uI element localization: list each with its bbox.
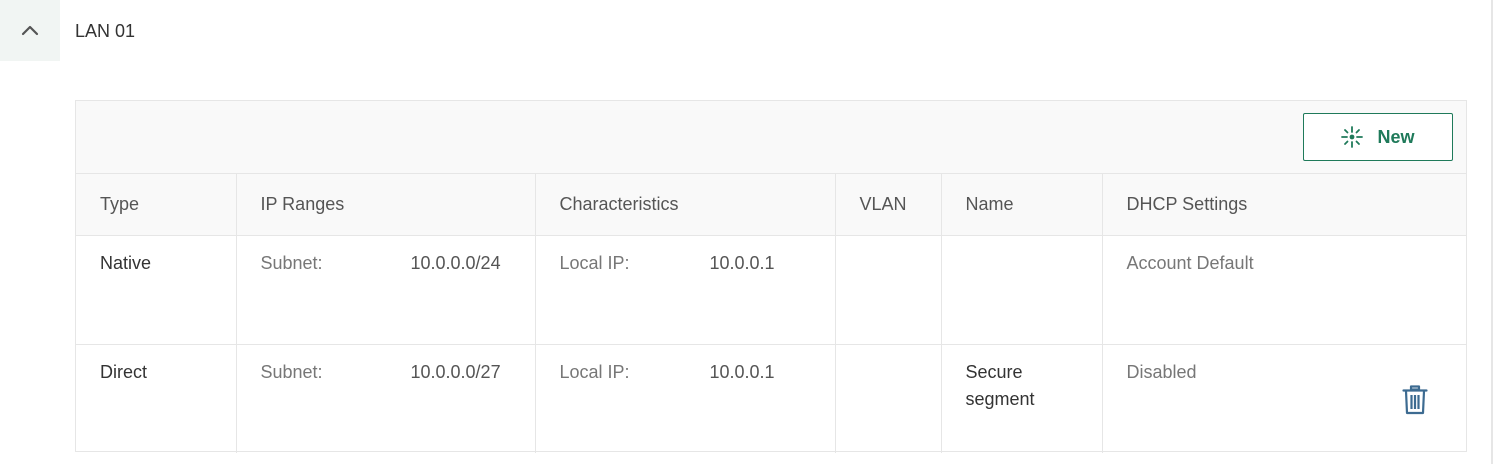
section-title: LAN 01	[75, 21, 136, 41]
lan-section-header: LAN 01	[0, 0, 1490, 61]
local-ip-label: Local IP:	[559, 252, 630, 273]
dhcp-cell: Disabled	[1102, 344, 1466, 453]
collapse-toggle-button[interactable]	[0, 0, 60, 61]
trash-icon[interactable]	[1402, 384, 1428, 415]
table-toolbar: New	[76, 101, 1466, 174]
column-header-name: Name	[941, 174, 1103, 235]
dhcp-value: Disabled	[1126, 361, 1197, 382]
ip-ranges-cell: Subnet: 10.0.0.0/24	[236, 235, 536, 344]
characteristics-cell: Local IP: 10.0.0.1	[535, 344, 836, 453]
characteristics-cell: Local IP: 10.0.0.1	[535, 235, 836, 344]
column-header-ip-ranges: IP Ranges	[236, 174, 536, 235]
vlan-cell	[835, 235, 942, 344]
dhcp-value: Account Default	[1126, 252, 1254, 273]
local-ip-value: 10.0.0.1	[709, 252, 775, 273]
column-header-characteristics: Characteristics	[535, 174, 836, 235]
type-cell: Direct	[76, 344, 237, 453]
table-header-row: Type IP Ranges Characteristics VLAN Name…	[76, 174, 1466, 235]
new-button-label: New	[1377, 126, 1415, 147]
chevron-up-icon	[21, 25, 39, 35]
table-row[interactable]: Native Subnet: 10.0.0.0/24 Local IP: 10.…	[76, 235, 1466, 344]
type-cell: Native	[76, 235, 237, 344]
table-row[interactable]: Direct Subnet: 10.0.0.0/27 Local IP: 10.…	[76, 344, 1466, 453]
ip-ranges-cell: Subnet: 10.0.0.0/27	[236, 344, 536, 453]
sparkle-icon	[1341, 126, 1364, 148]
column-header-type: Type	[76, 174, 237, 235]
lan-panel: New Type IP Ranges Characteristics VLAN …	[75, 100, 1467, 453]
local-ip-label: Local IP:	[559, 361, 630, 382]
dhcp-cell: Account Default	[1102, 235, 1466, 344]
local-ip-value: 10.0.0.1	[709, 361, 775, 382]
new-button[interactable]: New	[1303, 113, 1453, 161]
lan-segments-table: Type IP Ranges Characteristics VLAN Name…	[76, 174, 1466, 453]
subnet-label: Subnet:	[260, 252, 323, 273]
column-header-dhcp-settings: DHCP Settings	[1126, 194, 1248, 214]
column-header-vlan: VLAN	[835, 174, 942, 235]
subnet-label: Subnet:	[260, 361, 323, 382]
vlan-cell	[835, 344, 942, 453]
subnet-value: 10.0.0.0/27	[410, 361, 501, 382]
name-cell: Secure segment	[941, 344, 1103, 453]
name-cell	[941, 235, 1103, 344]
subnet-value: 10.0.0.0/24	[410, 252, 501, 273]
